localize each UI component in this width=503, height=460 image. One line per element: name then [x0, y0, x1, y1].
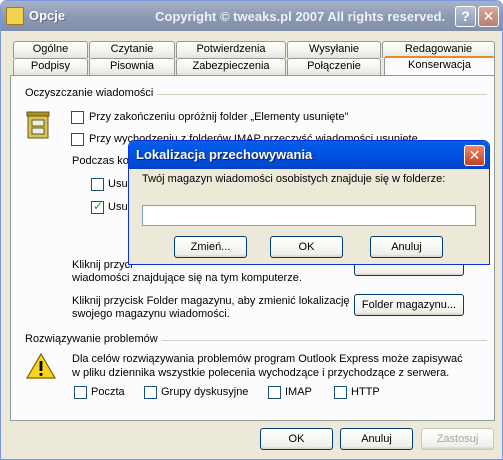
- tab-konserwacja[interactable]: Konserwacja: [384, 56, 495, 75]
- tab-potwierdzenia[interactable]: Potwierdzenia: [176, 41, 286, 58]
- during-label: Podczas ko: [72, 155, 129, 167]
- log-mail-label: Poczta: [91, 386, 125, 398]
- warning-icon: [25, 352, 57, 380]
- log-mail-checkbox[interactable]: [74, 386, 87, 399]
- ok-button[interactable]: OK: [260, 428, 333, 450]
- store-text-2: swojego magazynu wiadomości.: [72, 308, 230, 320]
- window-title: Opcje: [29, 8, 66, 23]
- recycle-bin-icon: [25, 110, 51, 140]
- copyright-text: Copyright © tweaks.pl 2007 All rights re…: [155, 9, 446, 24]
- store-location-dialog: Lokalizacja przechowywania ✕ Twój magazy…: [128, 140, 490, 265]
- tab-polaczenie[interactable]: Połączenie: [287, 58, 381, 75]
- troubleshoot-text-2: w pliku dziennika wszystkie polecenia wy…: [72, 367, 450, 379]
- click-text-1: Kliknij przyci: [72, 259, 133, 271]
- dialog-close-button[interactable]: ✕: [464, 145, 485, 166]
- tab-czytanie[interactable]: Czytanie: [89, 41, 175, 58]
- app-icon: [6, 7, 24, 25]
- log-http-label: HTTP: [351, 386, 380, 398]
- log-news-label: Grupy dyskusyjne: [161, 386, 249, 398]
- dialog-ok-button[interactable]: OK: [270, 236, 343, 258]
- tab-ogolne[interactable]: Ogólne: [13, 41, 88, 58]
- store-path-field[interactable]: [142, 205, 476, 226]
- log-imap-checkbox[interactable]: [268, 386, 281, 399]
- dialog-title: Lokalizacja przechowywania: [136, 147, 313, 162]
- cleanup-header: Oczyszczanie wiadomości: [25, 87, 158, 99]
- title-bar[interactable]: Opcje Copyright © tweaks.pl 2007 All rig…: [1, 1, 502, 31]
- imap-purge-checkbox[interactable]: [71, 133, 84, 146]
- tab-podpisy[interactable]: Podpisy: [13, 58, 88, 75]
- tab-wysylanie[interactable]: Wysyłanie: [287, 41, 381, 58]
- usun-checkbox-2[interactable]: [91, 199, 104, 214]
- usun-label-1: Usu: [108, 178, 128, 190]
- empty-deleted-label: Przy zakończeniu opróżnij folder „Elemen…: [89, 111, 349, 123]
- log-imap-label: IMAP: [285, 386, 312, 398]
- cancel-button[interactable]: Anuluj: [340, 428, 413, 450]
- store-folder-button[interactable]: Folder magazynu...: [354, 294, 464, 316]
- empty-deleted-checkbox[interactable]: [71, 111, 84, 124]
- click-text-2: wiadomości znajdujące się na tym kompute…: [72, 272, 302, 284]
- apply-button[interactable]: Zastosuj: [421, 428, 494, 450]
- tab-zabezpieczenia[interactable]: Zabezpieczenia: [176, 58, 286, 75]
- dialog-change-button[interactable]: Zmień...: [174, 236, 247, 258]
- dialog-title-bar[interactable]: Lokalizacja przechowywania ✕: [129, 141, 489, 169]
- usun-label-2: Usu: [108, 201, 128, 213]
- troubleshoot-header: Rozwiązywanie problemów: [25, 333, 162, 345]
- close-button[interactable]: ✕: [478, 6, 499, 27]
- log-http-checkbox[interactable]: [334, 386, 347, 399]
- store-text-1: Kliknij przycisk Folder magazynu, aby zm…: [72, 295, 350, 307]
- usun-checkbox-1[interactable]: [91, 178, 104, 191]
- help-button[interactable]: ?: [455, 6, 476, 27]
- dialog-cancel-button[interactable]: Anuluj: [370, 236, 443, 258]
- tab-pisownia[interactable]: Pisownia: [89, 58, 175, 75]
- troubleshoot-text-1: Dla celów rozwiązywania problemów progra…: [72, 353, 463, 365]
- dialog-message: Twój magazyn wiadomości osobistych znajd…: [142, 173, 446, 185]
- log-news-checkbox[interactable]: [144, 386, 157, 399]
